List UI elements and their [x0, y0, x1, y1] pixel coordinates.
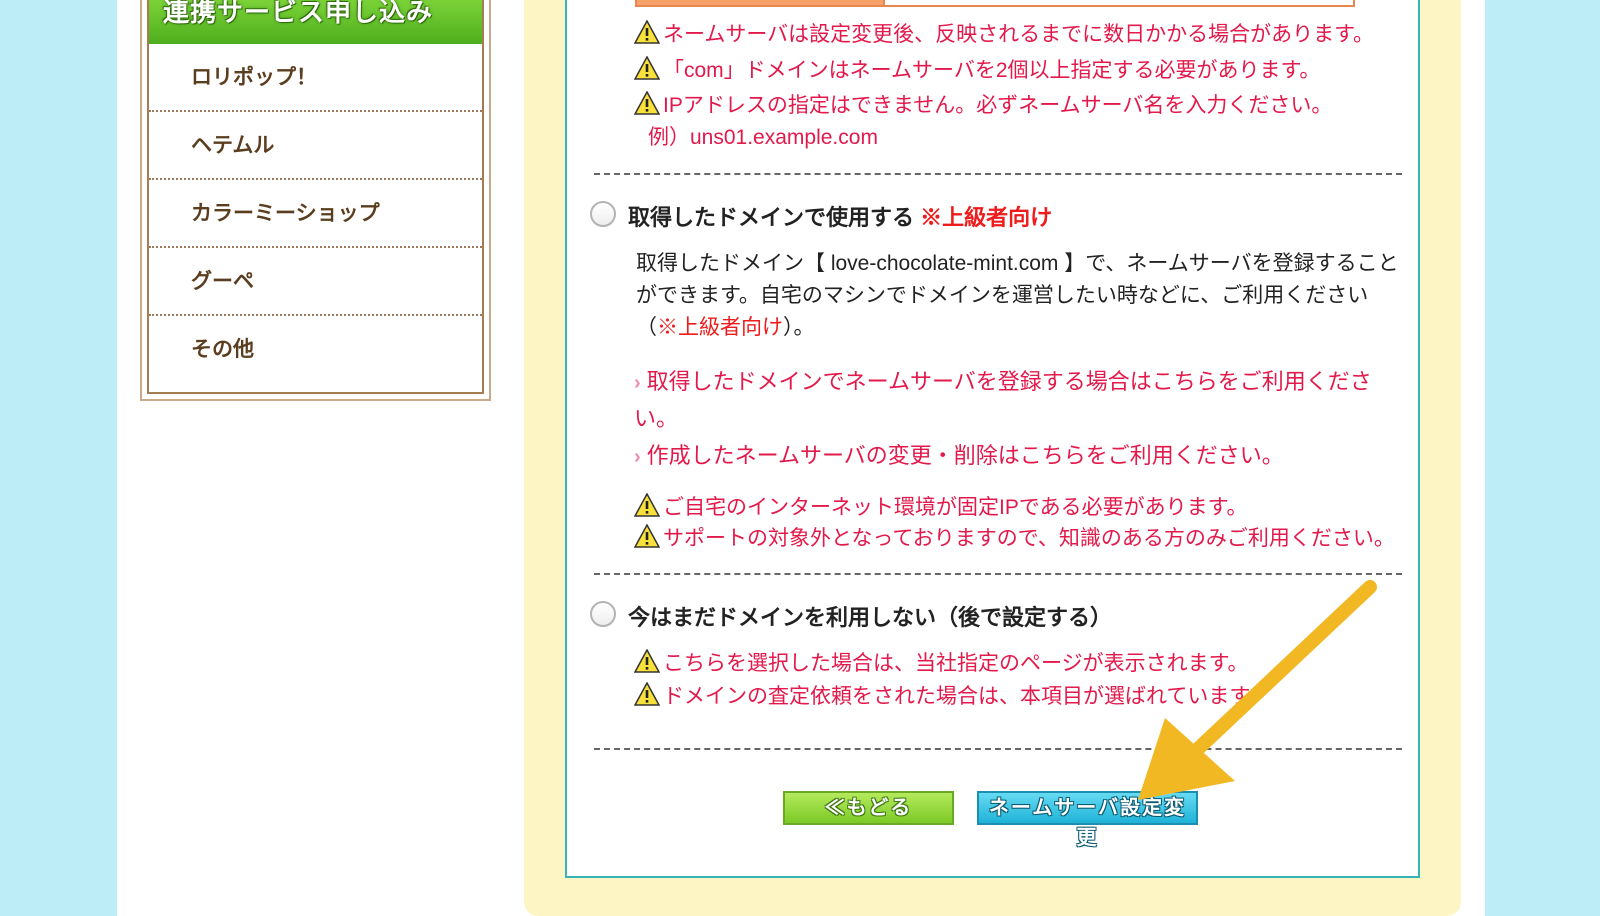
sidebar-item-other[interactable]: その他: [149, 316, 482, 384]
sidebar-item-lolipop[interactable]: ロリポップ！: [149, 44, 482, 112]
warning-line: こちらを選択した場合は、当社指定のページが表示されます。: [634, 649, 1248, 678]
sidebar-item-colormeshop[interactable]: カラーミーショップ: [149, 180, 482, 248]
sidebar-item-heteml[interactable]: ヘテムル: [149, 112, 482, 180]
tab-active[interactable]: [635, 0, 885, 7]
warning-text: こちらを選択した場合は、当社指定のページが表示されます。: [663, 652, 1249, 675]
nameserver-change-button[interactable]: ネームサーバ設定変更: [977, 791, 1198, 849]
warning-line: ドメインの査定依頼をされた場合は、本項目が選ばれています。: [634, 682, 1269, 711]
link-text[interactable]: 作成したネームサーバの変更・削除はこちらをご利用ください。: [647, 443, 1284, 468]
radio-use-later[interactable]: [590, 601, 616, 627]
option-own-description: 取得したドメイン【 love-chocolate-mint.com 】で、ネーム…: [636, 248, 1406, 344]
link-edit-nameserver[interactable]: › 作成したネームサーバの変更・削除はこちらをご利用ください。: [634, 438, 1384, 475]
radio-own-domain[interactable]: [590, 201, 616, 227]
advanced-badge: ※上級者向け: [920, 205, 1053, 230]
warning-icon: [634, 493, 660, 517]
link-text[interactable]: 取得したドメインでネームサーバを登録する場合はこちらをご利用ください。: [634, 369, 1372, 431]
arrow-right-icon: ›: [634, 372, 641, 394]
link-register-nameserver[interactable]: › 取得したドメインでネームサーバを登録する場合はこちらをご利用ください。: [634, 364, 1384, 437]
warning-icon: [634, 56, 660, 80]
warning-icon: [634, 649, 660, 673]
example-text: 例）uns01.example.com: [648, 126, 878, 149]
description-red-text: ※上級者向け: [657, 316, 783, 339]
warning-icon: [634, 524, 660, 548]
divider: [594, 573, 1402, 575]
tab-inactive[interactable]: [885, 0, 1355, 7]
warning-text: 「com」ドメインはネームサーバを2個以上指定する必要があります。: [663, 59, 1321, 82]
arrow-right-icon: ›: [634, 446, 641, 468]
option-own-title: 取得したドメインで使用する ※上級者向け: [628, 203, 1052, 233]
warning-line: ネームサーバは設定変更後、反映されるまでに数日かかる場合があります。: [634, 20, 1374, 49]
warning-text: ネームサーバは設定変更後、反映されるまでに数日かかる場合があります。: [663, 23, 1375, 46]
sidebar-frame: 連携サービス申し込み ロリポップ！ ヘテムル カラーミーショップ グーペ その他: [147, 0, 484, 394]
option-own-label: 取得したドメインで使用する: [628, 205, 915, 230]
warning-icon: [634, 91, 660, 115]
warning-line: IPアドレスの指定はできません。必ずネームサーバ名を入力ください。: [634, 91, 1332, 120]
warning-text: サポートの対象外となっておりますので、知識のある方のみご利用ください。: [663, 527, 1395, 550]
description-tail: ）。: [783, 316, 815, 339]
sidebar-header: 連携サービス申し込み: [149, 0, 482, 44]
warning-text: IPアドレスの指定はできません。必ずネームサーバ名を入力ください。: [663, 94, 1333, 117]
divider: [594, 173, 1402, 175]
sidebar: 連携サービス申し込み ロリポップ！ ヘテムル カラーミーショップ グーペ その他: [140, 0, 491, 401]
option-later-title: 今はまだドメインを利用しない（後で設定する）: [628, 605, 1113, 630]
warning-text: ドメインの査定依頼をされた場合は、本項目が選ばれています。: [663, 685, 1270, 708]
sidebar-item-goope[interactable]: グーペ: [149, 248, 482, 316]
warning-line: 「com」ドメインはネームサーバを2個以上指定する必要があります。: [634, 56, 1320, 85]
divider: [594, 748, 1402, 750]
warning-line: サポートの対象外となっておりますので、知識のある方のみご利用ください。: [634, 524, 1395, 553]
sidebar-list: ロリポップ！ ヘテムル カラーミーショップ グーペ その他: [149, 44, 482, 384]
warning-line: ご自宅のインターネット環境が固定IPである必要があります。: [634, 493, 1248, 522]
warning-icon: [634, 682, 660, 706]
warning-text: ご自宅のインターネット環境が固定IPである必要があります。: [663, 496, 1248, 519]
back-button[interactable]: ≪もどる: [783, 791, 954, 825]
warning-icon: [634, 20, 660, 44]
